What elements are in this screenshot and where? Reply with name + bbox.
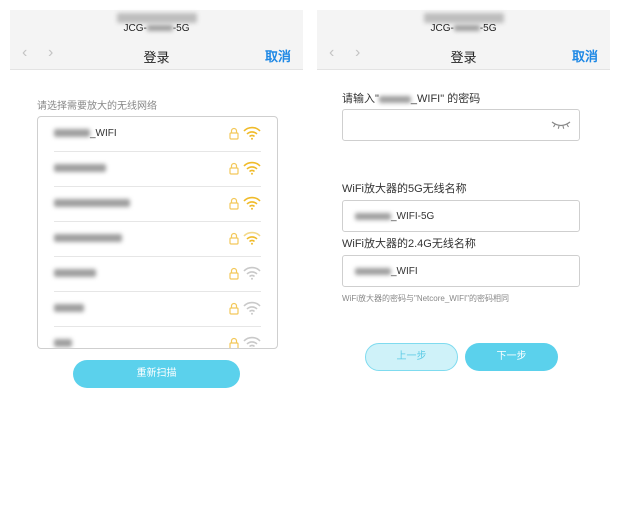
- ssid-5g-value: _WIFI-5G: [355, 211, 434, 222]
- lock-icon: [229, 302, 239, 315]
- password-label-suffix: _WIFI" 的密码: [410, 93, 481, 105]
- blurred-network-name: [355, 212, 391, 220]
- blurred-network-name: [54, 129, 90, 138]
- wifi-signal-icon: [243, 161, 261, 175]
- network-item[interactable]: _WIFI: [54, 117, 261, 152]
- network-item[interactable]: [54, 327, 261, 348]
- network-name: [54, 233, 122, 244]
- ssid-prefix: JCG-: [430, 23, 454, 34]
- blurred-ssid: [146, 25, 173, 32]
- password-label-prefix: 请输入": [342, 93, 379, 105]
- lock-icon: [229, 337, 239, 348]
- network-name: [54, 338, 72, 348]
- ssid-24g-suffix: _WIFI: [391, 266, 418, 277]
- lock-icon: [229, 232, 239, 245]
- blurred-network-name: [54, 199, 130, 208]
- ssid-label: JCG- -5G: [317, 23, 610, 34]
- network-item[interactable]: [54, 257, 261, 292]
- password-input[interactable]: [342, 109, 580, 141]
- password-entry-screen: JCG- -5G ‹ › 登录 取消 请输入" _WIFI" 的密码 WiFi放大器…: [317, 10, 610, 522]
- ssid-5g-input[interactable]: _WIFI-5G: [342, 200, 580, 232]
- page-title: 登录: [143, 50, 170, 65]
- blurred-device-name: [423, 13, 504, 23]
- lock-icon: [229, 197, 239, 210]
- ssid-suffix: -5G: [479, 23, 497, 34]
- title-bar: JCG- -5G ‹ › 登录 取消: [10, 10, 303, 70]
- wifi-signal-icon: [243, 336, 261, 348]
- next-step-button[interactable]: 下一步: [465, 343, 558, 371]
- network-name: [54, 268, 96, 279]
- network-item[interactable]: [54, 187, 261, 222]
- network-name: [54, 303, 84, 314]
- blurred-ssid: [453, 25, 480, 32]
- wifi-signal-icon: [243, 126, 261, 140]
- ssid-24g-value: _WIFI: [355, 266, 418, 277]
- wifi-signal-icon: [243, 231, 261, 245]
- ssid-prefix: JCG-: [123, 23, 147, 34]
- page-title: 登录: [450, 50, 477, 65]
- blurred-network-name: [54, 234, 122, 243]
- ssid-24g-input[interactable]: _WIFI: [342, 255, 580, 287]
- label-5g-name: WiFi放大器的5G无线名称: [342, 183, 467, 195]
- network-name: [54, 163, 106, 174]
- title-bar: JCG- -5G ‹ › 登录 取消: [317, 10, 610, 70]
- network-name: _WIFI: [54, 128, 117, 139]
- instruction-text: 请选择需要放大的无线网络: [37, 101, 157, 112]
- network-name-suffix: _WIFI: [90, 128, 117, 139]
- lock-icon: [229, 267, 239, 280]
- ssid-5g-suffix: _WIFI-5G: [391, 211, 435, 222]
- network-item[interactable]: [54, 222, 261, 257]
- wifi-signal-icon: [243, 196, 261, 210]
- blurred-network-name: [54, 164, 106, 173]
- password-label: 请输入" _WIFI" 的密码: [342, 90, 480, 106]
- blurred-network-name: [54, 304, 84, 313]
- rescan-button[interactable]: 重新扫描: [73, 360, 240, 388]
- previous-step-button[interactable]: 上一步: [365, 343, 458, 371]
- password-hint: WiFi放大器的密码与"Netcore_WIFI"的密码相同: [342, 294, 510, 303]
- network-name: [54, 198, 130, 209]
- cancel-button[interactable]: 取消: [265, 46, 291, 65]
- network-select-screen: JCG- -5G ‹ › 登录 取消 请选择需要放大的无线网络 _WIFI 重新…: [10, 10, 303, 522]
- lock-icon: [229, 162, 239, 175]
- blurred-network-name: [355, 267, 391, 275]
- network-item[interactable]: [54, 152, 261, 187]
- wifi-signal-icon: [243, 301, 261, 315]
- network-item[interactable]: [54, 292, 261, 327]
- hidden-eye-icon[interactable]: [551, 120, 571, 130]
- wifi-signal-icon: [243, 266, 261, 280]
- blurred-device-name: [116, 13, 197, 23]
- lock-icon: [229, 127, 239, 140]
- cancel-button[interactable]: 取消: [572, 46, 598, 65]
- blurred-network-name: [54, 339, 72, 348]
- ssid-label: JCG- -5G: [10, 23, 303, 34]
- blurred-network-name: [54, 269, 96, 278]
- ssid-suffix: -5G: [172, 23, 190, 34]
- blurred-network-name: [378, 95, 411, 103]
- network-list[interactable]: _WIFI: [37, 116, 278, 349]
- label-24g-name: WiFi放大器的2.4G无线名称: [342, 238, 476, 250]
